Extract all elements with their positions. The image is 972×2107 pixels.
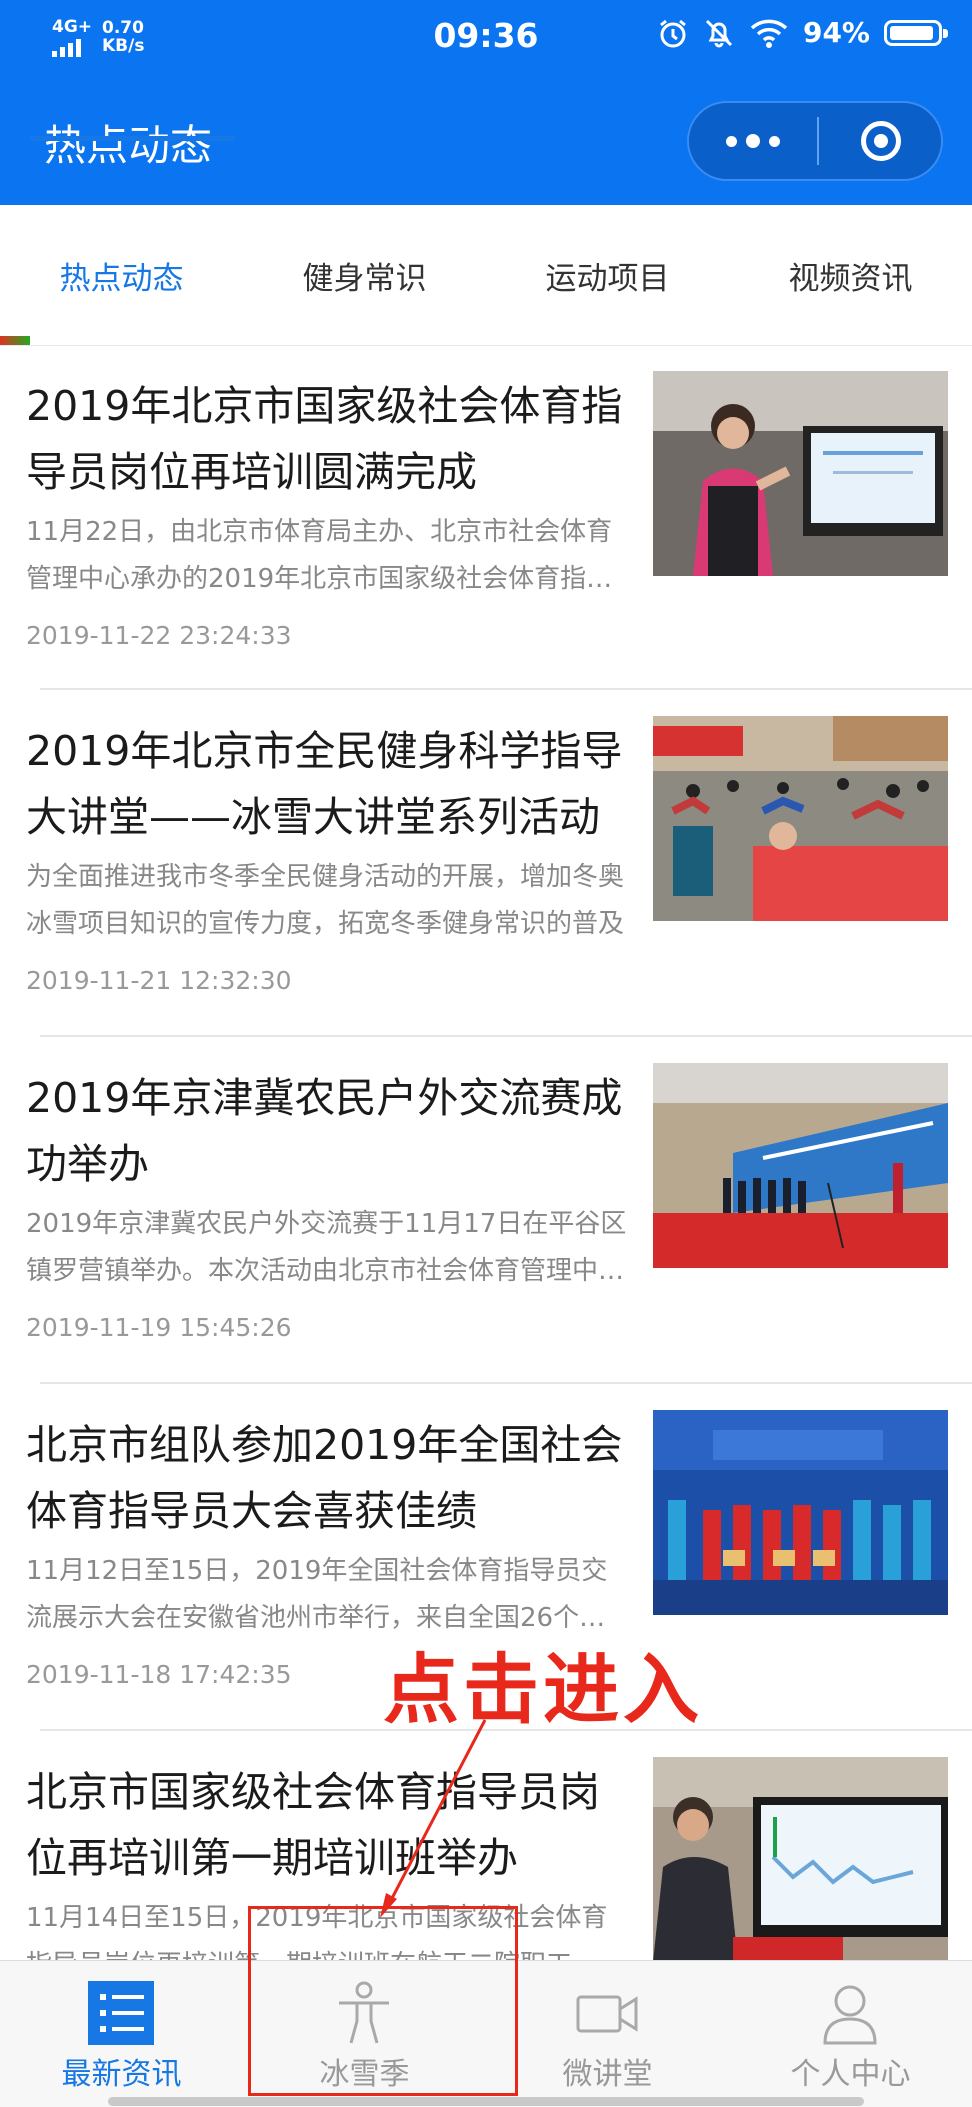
close-miniprogram-button[interactable]: [819, 103, 943, 179]
news-thumbnail: [653, 371, 948, 576]
app-header-bar: 4G+ 0.70 KB/s 09:36 94% 热点动态: [0, 0, 972, 205]
nav-personal-center[interactable]: 个人中心: [729, 1961, 972, 2107]
mute-bell-icon: [705, 19, 733, 47]
user-icon: [823, 1985, 877, 2045]
news-title: 北京市国家级社会体育指导员岗位再培训第一期培训班举办: [26, 1768, 600, 1882]
tab-video-news[interactable]: 视频资讯: [729, 205, 972, 345]
target-icon: [861, 121, 901, 161]
news-thumbnail: [653, 1410, 948, 1615]
battery-percent: 94%: [802, 16, 870, 49]
news-thumbnail: [653, 1757, 948, 1962]
news-item[interactable]: 2019年北京市全民健身科学指导大讲堂——冰雪大讲堂系列活动 为全面推进我市冬季…: [26, 690, 972, 1037]
category-tabs: 热点动态 健身常识 运动项目 视频资讯: [0, 205, 972, 346]
news-date: 2019-11-21 12:32:30: [26, 966, 292, 995]
gesture-bar[interactable]: [108, 2097, 864, 2106]
wifi-icon: [750, 19, 788, 48]
news-summary: 2019年京津冀农民户外交流赛于11月17日在平谷区镇罗营镇举办。本次活动由北京…: [26, 1209, 627, 1286]
nav-label: 微讲堂: [562, 2057, 653, 2092]
news-item[interactable]: 2019年京津冀农民户外交流赛成功举办 2019年京津冀农民户外交流赛于11月1…: [26, 1037, 972, 1384]
nav-label: 个人中心: [790, 2057, 911, 2092]
news-date: 2019-11-22 23:24:33: [26, 621, 292, 650]
tab-edge-marker: [0, 336, 30, 345]
nav-micro-lecture[interactable]: 微讲堂: [486, 1961, 729, 2107]
list-icon: [88, 1981, 154, 2045]
news-title: 2019年北京市国家级社会体育指导员岗位再培训圆满完成: [26, 382, 623, 496]
news-date: 2019-11-18 17:42:35: [26, 1660, 292, 1689]
status-icons: 94%: [657, 16, 948, 49]
miniprogram-capsule: [687, 101, 943, 181]
news-summary: 为全面推进我市冬季全民健身活动的开展，增加冬奥冰雪项目知识的宣传力度，拓宽冬季健…: [26, 862, 625, 939]
news-title: 2019年京津冀农民户外交流赛成功举办: [26, 1074, 623, 1188]
news-item[interactable]: 2019年北京市国家级社会体育指导员岗位再培训圆满完成 11月22日，由北京市体…: [26, 345, 972, 690]
news-title: 北京市组队参加2019年全国社会体育指导员大会喜获佳绩: [26, 1421, 623, 1535]
news-summary: 11月22日，由北京市体育局主办、北京市社会体育管理中心承办的2019年北京市国…: [26, 517, 613, 594]
page-title: 热点动态: [44, 121, 213, 170]
video-icon: [576, 1995, 638, 2033]
tab-sports-events[interactable]: 运动项目: [486, 205, 729, 345]
tap-to-enter-annotation: 点击进入: [383, 1645, 703, 1734]
more-button[interactable]: [689, 103, 817, 179]
more-dot-icon: [726, 135, 737, 147]
active-tab-indicator: [30, 136, 235, 141]
news-thumbnail: [653, 1063, 948, 1268]
battery-icon: [884, 19, 948, 46]
news-date: 2019-11-19 15:45:26: [26, 1313, 292, 1342]
news-feed: 2019年北京市国家级社会体育指导员岗位再培训圆满完成 11月22日，由北京市体…: [0, 345, 972, 2078]
alarm-icon: [660, 19, 686, 47]
nav-label: 最新资讯: [61, 2057, 182, 2092]
annotation-highlight-box: [248, 1906, 518, 2096]
news-thumbnail: [653, 716, 948, 921]
nav-latest-news[interactable]: 最新资讯: [0, 1961, 243, 2107]
news-title: 2019年北京市全民健身科学指导大讲堂——冰雪大讲堂系列活动: [26, 727, 623, 841]
status-bar: 4G+ 0.70 KB/s 09:36 94%: [0, 0, 972, 72]
tab-fitness-knowledge[interactable]: 健身常识: [243, 205, 486, 345]
tab-hot-news[interactable]: 热点动态: [0, 205, 243, 345]
